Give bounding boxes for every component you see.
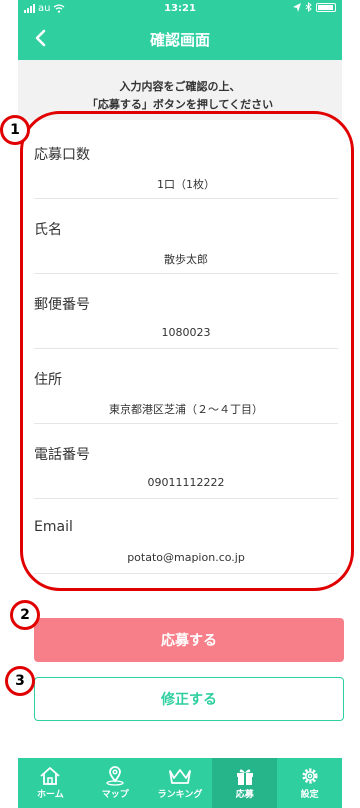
bluetooth-icon	[305, 2, 312, 12]
crown-icon	[169, 769, 191, 784]
confirmation-notice: 入力内容をご確認の上、 「応募する」ボタンを押してください	[18, 60, 342, 120]
tab-apply-label: 応募	[235, 790, 254, 800]
nav-bar: 確認画面	[18, 18, 342, 60]
notice-line-1: 入力内容をご確認の上、	[119, 80, 241, 93]
postal-code-value: 1080023	[161, 326, 211, 339]
postal-code-label: 郵便番号	[34, 297, 90, 313]
tab-apply[interactable]: 応募	[212, 758, 278, 808]
entries-label: 応募口数	[34, 147, 90, 163]
page-title: 確認画面	[149, 31, 210, 49]
tab-map[interactable]: マップ	[83, 758, 148, 808]
email-value: potato@mapion.co.jp	[127, 551, 245, 564]
tab-map-label: マップ	[101, 790, 129, 800]
annotation-marker-2: 2	[10, 600, 40, 630]
form-row-postal-code: 郵便番号 1080023	[34, 274, 338, 349]
status-right	[293, 2, 336, 12]
confirmation-form: 応募口数 1口（1枚） 氏名 散歩太郎 郵便番号 1080023 住所 東京都港…	[18, 124, 342, 574]
name-value: 散歩太郎	[164, 253, 208, 266]
location-arrow-icon	[293, 2, 301, 12]
address-value: 東京都港区芝浦（２～４丁目）	[109, 403, 263, 416]
gear-icon	[301, 768, 318, 784]
annotation-marker-3: 3	[5, 666, 35, 696]
tab-bar: ホーム マップ ランキング 応募 設定	[18, 758, 342, 808]
form-row-address: 住所 東京都港区芝浦（２～４丁目）	[34, 349, 338, 424]
phone-value: 09011112222	[147, 476, 225, 489]
email-label: Email	[34, 519, 73, 535]
address-label: 住所	[34, 372, 62, 388]
gift-icon	[236, 769, 253, 785]
notice-line-2: 「応募する」ボタンを押してください	[86, 98, 274, 111]
home-icon	[40, 767, 60, 785]
tab-home[interactable]: ホーム	[18, 758, 83, 808]
form-row-entries: 応募口数 1口（1枚）	[34, 124, 338, 199]
form-row-name: 氏名 散歩太郎	[34, 199, 338, 274]
entries-value: 1口（1枚）	[157, 178, 215, 191]
tab-settings-label: 設定	[300, 790, 319, 800]
phone-screen: au 13:21 確認画面 入力内容をご確認の上、 「応募する」ボタンを押してく…	[18, 0, 344, 808]
form-row-email: Email potato@mapion.co.jp	[34, 499, 338, 574]
annotation-marker-1: 1	[0, 115, 30, 145]
tab-ranking[interactable]: ランキング	[148, 758, 213, 808]
phone-label: 電話番号	[34, 447, 90, 463]
tab-settings[interactable]: 設定	[277, 758, 342, 808]
tab-ranking-label: ランキング	[157, 790, 203, 800]
map-pin-icon	[106, 766, 124, 786]
form-row-phone: 電話番号 09011112222	[34, 424, 338, 499]
tab-home-label: ホーム	[37, 790, 64, 800]
edit-button[interactable]: 修正する	[34, 677, 344, 721]
status-bar: au 13:21	[18, 0, 342, 18]
apply-button[interactable]: 応募する	[34, 618, 344, 662]
name-label: 氏名	[34, 222, 62, 238]
battery-icon	[316, 2, 336, 12]
